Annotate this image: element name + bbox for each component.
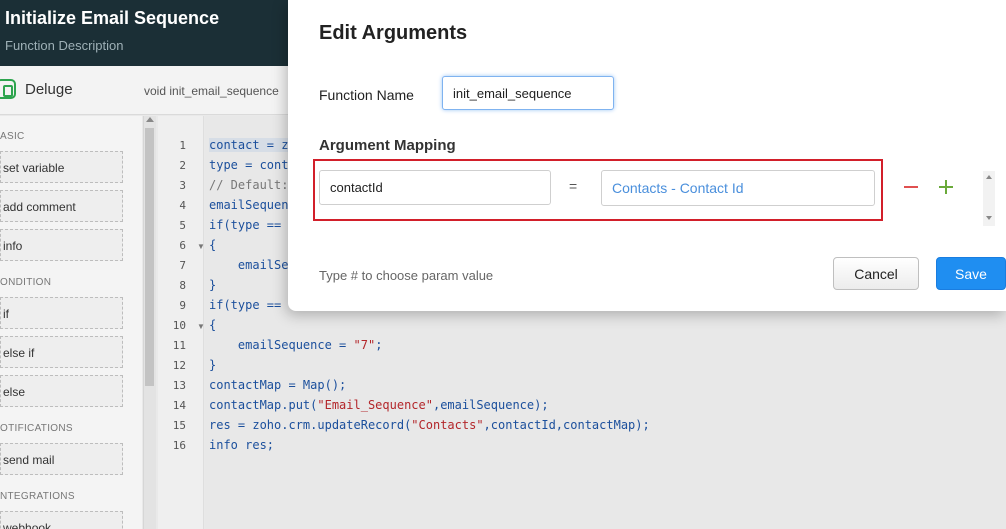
deluge-icon — [0, 79, 16, 99]
palette-block-send-mail[interactable]: send mail — [0, 443, 123, 475]
line-number: 13 — [172, 379, 186, 392]
line-number: 14 — [172, 399, 186, 412]
fold-toggle-icon[interactable]: ▼ — [197, 322, 205, 331]
fold-toggle-icon[interactable]: ▼ — [197, 242, 205, 251]
code-line: type = cont — [209, 158, 289, 172]
line-number: 5 — [179, 219, 186, 232]
argument-name-input[interactable] — [319, 170, 551, 205]
line-number: 1 — [179, 139, 186, 152]
scroll-up-icon[interactable] — [986, 175, 992, 179]
argument-mapping-label: Argument Mapping — [319, 137, 456, 154]
add-argument-icon[interactable] — [939, 180, 953, 194]
dialog-title: Edit Arguments — [319, 22, 468, 44]
code-line: contactMap = Map(); — [209, 378, 347, 392]
mapping-scrollbar[interactable] — [983, 171, 995, 226]
code-token: ; — [375, 338, 383, 352]
code-line: emailSequence = "7"; — [209, 338, 383, 352]
function-name-label: Function Name — [319, 87, 414, 103]
code-line: info res; — [209, 438, 275, 452]
palette-scrollbar-thumb[interactable] — [145, 128, 154, 386]
palette-block-add-comment[interactable]: add comment — [0, 190, 123, 222]
code-string: "Email_Sequence" — [317, 398, 433, 412]
remove-argument-icon[interactable] — [904, 186, 918, 188]
code-line: res = zoho.crm.updateRecord("Contacts",c… — [209, 418, 650, 432]
param-hint-text: Type # to choose param value — [319, 268, 494, 283]
line-number: 7 — [179, 259, 186, 272]
line-number: 11 — [172, 339, 186, 352]
equals-sign: = — [569, 178, 578, 194]
code-line: if(type == — [209, 298, 282, 312]
line-number: 15 — [172, 419, 186, 432]
function-title: Initialize Email Sequence — [5, 8, 220, 28]
argument-value-input[interactable] — [601, 170, 875, 206]
cancel-button[interactable]: Cancel — [833, 257, 919, 290]
palette-section-integrations: NTEGRATIONS — [0, 491, 75, 502]
palette-section-condition: ONDITION — [0, 277, 52, 288]
function-name-input[interactable] — [442, 76, 614, 110]
palette-block-set-variable[interactable]: set variable — [0, 151, 123, 183]
editor-language-label: Deluge — [25, 81, 73, 98]
scroll-down-icon[interactable] — [986, 216, 992, 220]
code-line: contactMap.put("Email_Sequence",emailSeq… — [209, 398, 549, 412]
function-signature: void init_email_sequence — [144, 84, 279, 98]
palette-block-else[interactable]: else — [0, 375, 123, 407]
code-line: emailSe — [209, 258, 289, 272]
line-number: 2 — [179, 159, 186, 172]
code-line: } — [209, 358, 217, 372]
code-token: ,contactId,contactMap); — [483, 418, 650, 432]
palette-section-basic: ASIC — [0, 131, 25, 142]
palette-block-else-if[interactable]: else if — [0, 336, 123, 368]
edit-arguments-dialog: Edit Arguments Function Name Argument Ma… — [288, 0, 1006, 311]
line-number: 12 — [172, 359, 186, 372]
line-number: 9 — [179, 299, 186, 312]
code-token: ,emailSequence); — [432, 398, 549, 412]
code-token: res = zoho.crm.updateRecord( — [209, 418, 412, 432]
code-line: } — [209, 278, 217, 292]
code-token: contactMap.put( — [209, 398, 318, 412]
palette-block-if[interactable]: if — [0, 297, 123, 329]
code-line: emailSequen — [209, 198, 289, 212]
code-string: "Contacts" — [411, 418, 484, 432]
code-line: if(type == — [209, 218, 282, 232]
function-description[interactable]: Function Description — [5, 38, 124, 53]
line-number: 3 — [179, 179, 186, 192]
code-line: { — [209, 318, 217, 332]
line-number: 4 — [179, 199, 186, 212]
code-string: "7" — [353, 338, 376, 352]
scroll-up-icon[interactable] — [146, 117, 154, 122]
line-number: 6 — [179, 239, 186, 252]
code-token: emailSequence = — [209, 338, 354, 352]
save-button[interactable]: Save — [936, 257, 1006, 290]
palette-block-webhook[interactable]: webhook — [0, 511, 123, 529]
palette-block-info[interactable]: info — [0, 229, 123, 261]
code-line: // Default: — [209, 178, 289, 192]
code-line: contact = z — [209, 138, 289, 152]
line-number: 16 — [172, 439, 186, 452]
palette-section-notifications: OTIFICATIONS — [0, 423, 73, 434]
code-line: { — [209, 238, 217, 252]
line-number: 8 — [179, 279, 186, 292]
line-number: 10 — [172, 319, 186, 332]
